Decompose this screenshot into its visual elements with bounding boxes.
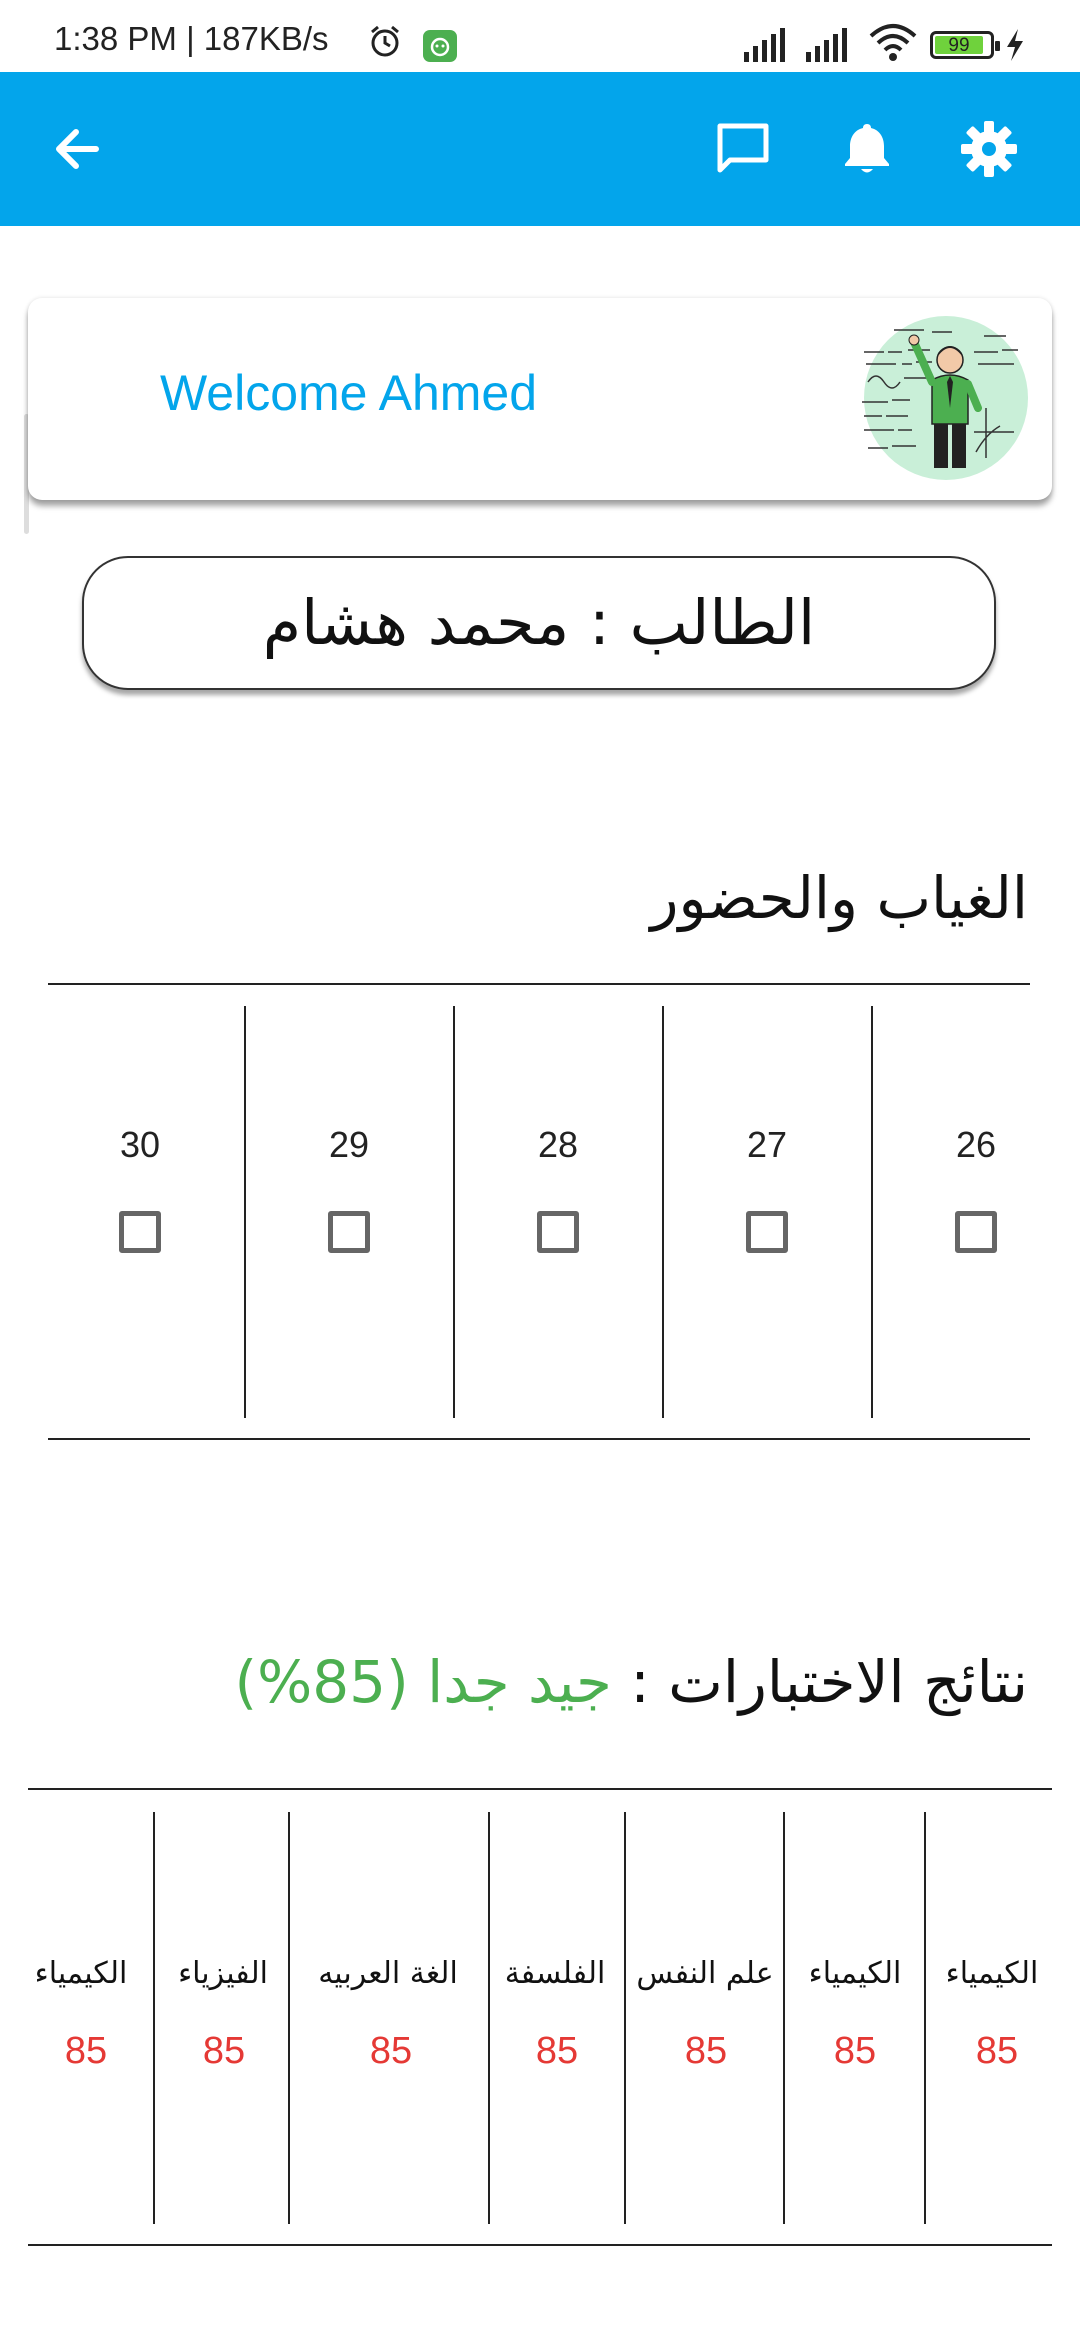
result-subject: الكيمياء — [808, 1956, 902, 1991]
result-score: 85 — [64, 2030, 108, 2072]
result-subject: علم النفس — [636, 1956, 774, 1991]
student-name-pill: الطالب : محمد هشام — [82, 556, 996, 690]
results-column-divider — [624, 1812, 626, 2224]
gear-icon[interactable] — [958, 118, 1020, 180]
signal-icon — [744, 28, 785, 62]
status-bar: 1:38 PM | 187KB/s 99 — [0, 0, 1080, 72]
bell-icon[interactable] — [836, 118, 898, 180]
results-column-divider — [488, 1812, 490, 2224]
attendance-checkbox[interactable] — [955, 1211, 997, 1253]
result-subject: الغة العربيه — [318, 1956, 458, 1991]
welcome-card: Welcome Ahmed — [28, 298, 1052, 500]
attendance-column-divider — [453, 1006, 455, 1418]
result-score: 85 — [684, 2030, 728, 2072]
attendance-title: الغياب والحضور — [650, 864, 1028, 932]
result-score: 85 — [202, 2030, 246, 2072]
result-score: 85 — [975, 2030, 1019, 2072]
result-score: 85 — [535, 2030, 579, 2072]
attendance-column-divider — [662, 1006, 664, 1418]
results-grade: جيد جدا (85%) — [234, 1648, 612, 1716]
result-subject: الكيمياء — [945, 1956, 1039, 1991]
results-title: نتائج الاختبارات : جيد جدا (85%) — [235, 1648, 1028, 1716]
alarm-icon — [371, 25, 399, 57]
teacher-illustration-icon — [862, 316, 1028, 480]
welcome-greeting: Welcome Ahmed — [160, 365, 538, 421]
student-label: الطالب : محمد هشام — [262, 586, 816, 659]
attendance-day: 29 — [328, 1124, 370, 1165]
battery-icon: 99 — [930, 31, 1000, 59]
attendance-checkbox[interactable] — [119, 1211, 161, 1253]
attendance-day: 30 — [119, 1124, 161, 1165]
result-subject: الفلسفة — [504, 1956, 606, 1991]
chat-icon[interactable] — [712, 118, 774, 180]
result-subject: الكيمياء — [34, 1956, 128, 1991]
result-score: 85 — [369, 2030, 413, 2072]
results-column-divider — [288, 1812, 290, 2224]
results-column-divider — [783, 1812, 785, 2224]
results-label: نتائج الاختبارات : — [630, 1648, 1028, 1716]
attendance-column-divider — [244, 1006, 246, 1418]
charging-icon — [1007, 29, 1023, 61]
result-subject: الفيزياء — [178, 1956, 268, 1991]
results-column-divider — [924, 1812, 926, 2224]
results-bottom-divider — [28, 2244, 1052, 2246]
results-column-divider — [153, 1812, 155, 2224]
results-top-divider — [28, 1788, 1052, 1790]
attendance-checkbox[interactable] — [537, 1211, 579, 1253]
attendance-column-divider — [871, 1006, 873, 1418]
attendance-day: 28 — [537, 1124, 579, 1165]
attendance-top-divider — [48, 983, 1030, 985]
app-bar — [0, 72, 1080, 226]
app-notification-icon — [423, 30, 457, 62]
signal-icon — [806, 28, 847, 62]
battery-level: 99 — [935, 36, 983, 55]
wifi-icon — [869, 24, 917, 61]
attendance-day: 27 — [746, 1124, 788, 1165]
status-time: 1:38 PM | 187KB/s — [54, 20, 329, 57]
attendance-checkbox[interactable] — [328, 1211, 370, 1253]
attendance-bottom-divider — [48, 1438, 1030, 1440]
attendance-checkbox[interactable] — [746, 1211, 788, 1253]
result-score: 85 — [833, 2030, 877, 2072]
attendance-day: 26 — [955, 1124, 997, 1165]
back-arrow-icon[interactable] — [46, 118, 108, 180]
